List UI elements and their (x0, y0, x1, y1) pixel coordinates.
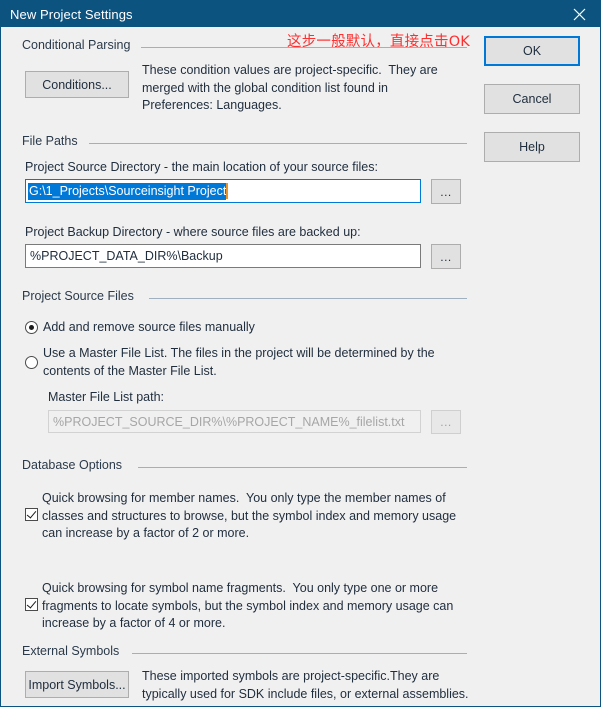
group-database-options: Database Options (15, 458, 467, 473)
backup-directory-input[interactable]: %PROJECT_DATA_DIR%\Backup (25, 244, 421, 268)
title-bar: New Project Settings (1, 1, 600, 27)
group-external-symbols: External Symbols (15, 644, 467, 659)
help-button[interactable]: Help (484, 132, 580, 162)
group-conditional-parsing: Conditional Parsing (15, 38, 467, 53)
window-title: New Project Settings (10, 6, 133, 22)
group-file-paths: File Paths (15, 134, 467, 149)
browse-source-directory-button[interactable]: ... (431, 179, 461, 204)
group-divider (141, 47, 467, 48)
radio-add-remove-manually-label: Add and remove source files manually (43, 320, 255, 334)
conditions-button[interactable]: Conditions... (25, 71, 129, 98)
import-symbols-button[interactable]: Import Symbols... (25, 671, 129, 698)
conditional-parsing-description: These condition values are project-speci… (142, 63, 438, 112)
group-project-source-files: Project Source Files (15, 289, 467, 304)
group-divider (132, 653, 467, 654)
external-symbols-description: These imported symbols are project-speci… (142, 669, 469, 701)
source-directory-input[interactable]: G:\1_Projects\Sourceinsight Project (25, 179, 421, 203)
backup-directory-value: %PROJECT_DATA_DIR%\Backup (30, 249, 223, 263)
source-directory-value: G:\1_Projects\Sourceinsight Project (28, 182, 227, 200)
group-divider (89, 143, 467, 144)
checkbox-quick-browse-member-names-label: Quick browsing for member names. You onl… (42, 491, 457, 540)
master-file-list-path-label: Master File List path: (48, 390, 165, 404)
group-label-file-paths: File Paths (22, 134, 85, 148)
dialog-client-area: 这步一般默认，直接点击OK OK Cancel Help Conditional… (1, 27, 600, 706)
group-label-external-symbols: External Symbols (22, 644, 127, 658)
source-directory-label: Project Source Directory - the main loca… (25, 160, 378, 174)
text-caret (226, 183, 229, 199)
browse-backup-directory-button[interactable]: ... (431, 244, 461, 269)
cancel-button[interactable]: Cancel (484, 84, 580, 114)
close-icon (573, 8, 586, 21)
group-divider (149, 298, 467, 299)
backup-directory-label: Project Backup Directory - where source … (25, 225, 361, 239)
checkbox-quick-browse-member-names[interactable] (25, 508, 38, 521)
close-button[interactable] (556, 1, 600, 27)
group-divider (138, 467, 467, 468)
browse-master-file-list-button: ... (431, 410, 461, 434)
group-label-database-options: Database Options (22, 458, 130, 472)
ok-button[interactable]: OK (484, 36, 580, 66)
new-project-settings-dialog: New Project Settings 这步一般默认，直接点击OK OK Ca… (0, 0, 601, 707)
checkbox-quick-browse-name-fragments-label: Quick browsing for symbol name fragments… (42, 581, 454, 630)
master-file-list-path-input[interactable]: %PROJECT_SOURCE_DIR%\%PROJECT_NAME%_file… (48, 410, 421, 433)
group-label-conditional-parsing: Conditional Parsing (22, 38, 138, 52)
radio-use-master-file-list-label: Use a Master File List. The files in the… (43, 346, 435, 378)
master-file-list-path-value: %PROJECT_SOURCE_DIR%\%PROJECT_NAME%_file… (53, 414, 405, 429)
group-label-project-source-files: Project Source Files (22, 289, 141, 303)
radio-add-remove-manually[interactable] (25, 321, 38, 334)
checkbox-quick-browse-name-fragments[interactable] (25, 598, 38, 611)
radio-use-master-file-list[interactable] (25, 356, 38, 369)
